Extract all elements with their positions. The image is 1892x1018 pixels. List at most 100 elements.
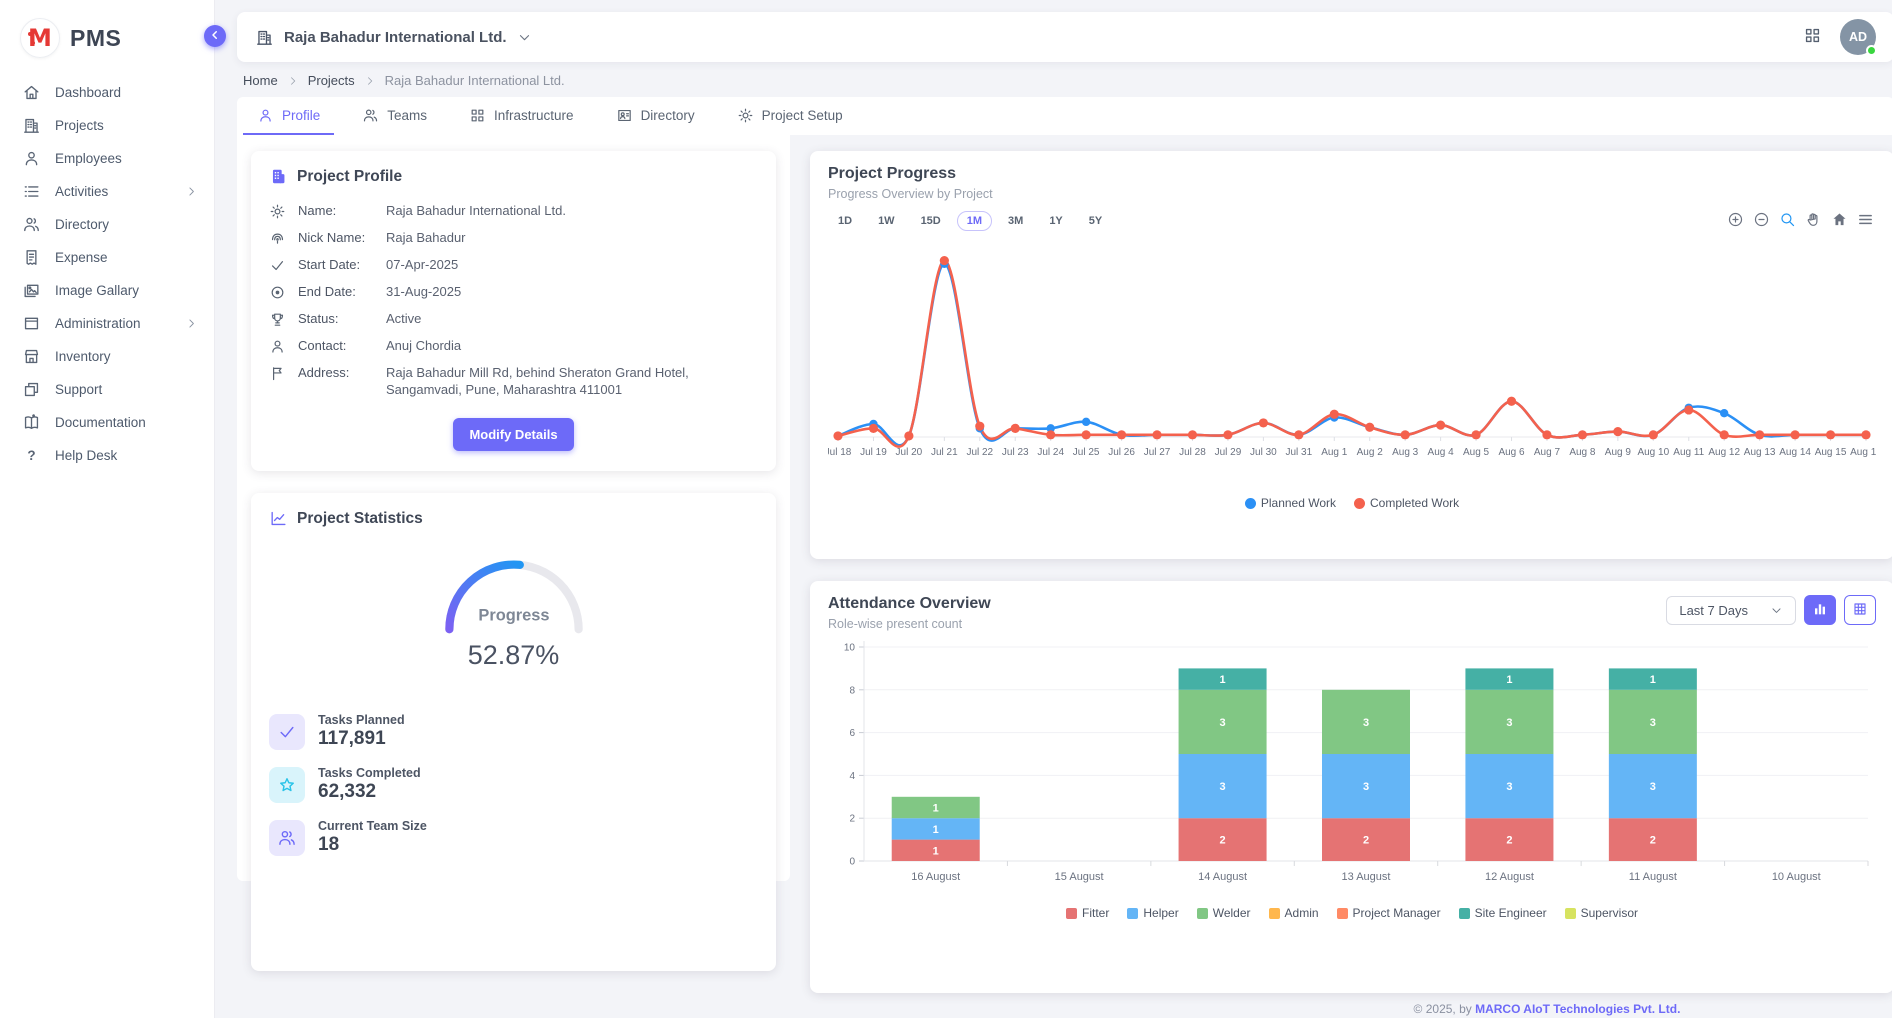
svg-text:Jul 19: Jul 19 [860, 447, 887, 458]
footer: © 2025, by MARCO AIoT Technologies Pvt. … [810, 993, 1892, 1018]
sidebar-item-label: Help Desk [55, 448, 198, 463]
topbar-right: AD [1803, 19, 1876, 55]
avatar-initials: AD [1849, 30, 1867, 44]
legend-marker [1245, 498, 1256, 509]
statistics-list: Tasks Planned117,891Tasks Completed62,33… [269, 713, 758, 856]
tab-project-setup[interactable]: Project Setup [723, 97, 857, 135]
range-button-1d[interactable]: 1D [828, 211, 862, 231]
app-logo[interactable]: M PMS [0, 10, 214, 76]
legend-marker [1197, 908, 1208, 919]
progress-line-chart[interactable]: Jul 18Jul 19Jul 20Jul 21Jul 22Jul 23Jul … [828, 239, 1876, 494]
breadcrumb-item-home[interactable]: Home [243, 73, 278, 88]
profile-field-address: Address:Raja Bahadur Mill Rd, behind She… [269, 364, 758, 398]
legend-label: Project Manager [1353, 906, 1441, 920]
svg-text:Aug 13: Aug 13 [1744, 447, 1776, 458]
svg-text:Progress: Progress [478, 606, 549, 624]
field-label: Nick Name: [298, 229, 386, 247]
chart-menu-icon[interactable] [1857, 211, 1874, 228]
modify-details-button[interactable]: Modify Details [453, 418, 573, 451]
svg-text:0: 0 [849, 857, 855, 868]
attendance-range-select[interactable]: Last 7 Days [1666, 596, 1796, 625]
sidebar-item-activities[interactable]: Activities [0, 175, 214, 208]
svg-text:Jul 23: Jul 23 [1002, 447, 1029, 458]
legend-item-welder[interactable]: Welder [1197, 906, 1251, 920]
breadcrumb-item-raja-bahadur-international-ltd-: Raja Bahadur International Ltd. [385, 73, 565, 88]
reset-zoom-icon[interactable] [1831, 211, 1848, 228]
svg-text:13 August: 13 August [1342, 871, 1391, 883]
pan-icon[interactable] [1805, 211, 1822, 228]
apps-grid-button[interactable] [1803, 26, 1822, 48]
svg-text:14 August: 14 August [1198, 871, 1247, 883]
tab-bar: Profile Teams Infrastructure Directory Proje… [237, 97, 1892, 135]
range-button-5y[interactable]: 5Y [1079, 211, 1112, 231]
legend-item-fitter[interactable]: Fitter [1066, 906, 1109, 920]
attendance-range-value: Last 7 Days [1679, 603, 1748, 618]
legend-label: Planned Work [1261, 496, 1336, 510]
breadcrumb-item-projects[interactable]: Projects [308, 73, 355, 88]
legend-item-supervisor[interactable]: Supervisor [1565, 906, 1638, 920]
range-button-1m[interactable]: 1M [957, 211, 992, 231]
range-button-15d[interactable]: 15D [911, 211, 951, 231]
check-icon [269, 257, 286, 274]
stat-tasks-completed: Tasks Completed62,332 [269, 766, 758, 803]
gear-icon [269, 203, 286, 220]
online-status-dot [1866, 45, 1877, 56]
legend-item-planned-work[interactable]: Planned Work [1245, 496, 1336, 510]
range-button-1y[interactable]: 1Y [1039, 211, 1072, 231]
zoom-out-icon[interactable] [1753, 211, 1770, 228]
sidebar-item-label: Dashboard [55, 85, 198, 100]
sidebar-collapse-button[interactable] [204, 25, 226, 47]
table-view-toggle[interactable] [1844, 595, 1876, 625]
main-content: Raja Bahadur International Ltd. AD Home P… [215, 0, 1892, 1018]
progress-percent: 52.87% [468, 640, 560, 671]
sidebar-item-help-desk[interactable]: ?Help Desk [0, 439, 214, 472]
svg-text:2: 2 [1506, 835, 1512, 847]
person-icon [257, 107, 274, 124]
svg-text:Aug 10: Aug 10 [1637, 447, 1669, 458]
sidebar-item-inventory[interactable]: Inventory [0, 340, 214, 373]
legend-item-helper[interactable]: Helper [1127, 906, 1178, 920]
attendance-overview-card: Attendance Overview Role-wise present co… [810, 581, 1892, 993]
legend-item-completed-work[interactable]: Completed Work [1354, 496, 1459, 510]
range-button-1w[interactable]: 1W [868, 211, 905, 231]
selection-zoom-icon[interactable] [1779, 211, 1796, 228]
footer-link[interactable]: MARCO AIoT Technologies Pvt. Ltd. [1475, 1002, 1680, 1016]
tab-profile[interactable]: Profile [243, 97, 334, 135]
field-value: Raja Bahadur Mill Rd, behind Sheraton Gr… [386, 364, 758, 398]
company-selector[interactable]: Raja Bahadur International Ltd. [255, 28, 532, 47]
svg-text:Aug 7: Aug 7 [1534, 447, 1561, 458]
range-button-3m[interactable]: 3M [998, 211, 1033, 231]
sidebar-item-support[interactable]: Support [0, 373, 214, 406]
sidebar-item-documentation[interactable]: Documentation [0, 406, 214, 439]
legend-item-site-engineer[interactable]: Site Engineer [1459, 906, 1547, 920]
legend-item-admin[interactable]: Admin [1269, 906, 1319, 920]
people-icon [22, 215, 41, 234]
attendance-bar-chart[interactable]: 024681016 August11115 August14 August233… [828, 637, 1876, 904]
svg-text:Jul 20: Jul 20 [896, 447, 923, 458]
breadcrumb: Home Projects Raja Bahadur International L… [237, 62, 1892, 97]
sidebar-item-label: Inventory [55, 349, 198, 364]
sidebar-item-expense[interactable]: Expense [0, 241, 214, 274]
tab-infrastructure[interactable]: Infrastructure [455, 97, 588, 135]
legend-label: Completed Work [1370, 496, 1459, 510]
sidebar-item-employees[interactable]: Employees [0, 142, 214, 175]
sidebar-item-administration[interactable]: Administration [0, 307, 214, 340]
tab-teams[interactable]: Teams [348, 97, 441, 135]
sidebar-item-projects[interactable]: Projects [0, 109, 214, 142]
svg-text:1: 1 [933, 845, 939, 857]
sidebar-item-dashboard[interactable]: Dashboard [0, 76, 214, 109]
sidebar-item-directory[interactable]: Directory [0, 208, 214, 241]
svg-text:Jul 29: Jul 29 [1215, 447, 1242, 458]
svg-text:Jul 31: Jul 31 [1285, 447, 1312, 458]
star-icon [269, 767, 305, 803]
legend-item-project-manager[interactable]: Project Manager [1337, 906, 1441, 920]
zoom-in-icon[interactable] [1727, 211, 1744, 228]
bar-view-toggle[interactable] [1804, 595, 1836, 625]
user-avatar[interactable]: AD [1840, 19, 1876, 55]
sidebar-item-image-gallary[interactable]: Image Gallary [0, 274, 214, 307]
svg-text:1: 1 [1506, 674, 1512, 686]
field-value: 07-Apr-2025 [386, 256, 758, 274]
bar-chart-icon [1812, 601, 1828, 620]
tab-label: Infrastructure [494, 108, 574, 123]
tab-directory[interactable]: Directory [602, 97, 709, 135]
